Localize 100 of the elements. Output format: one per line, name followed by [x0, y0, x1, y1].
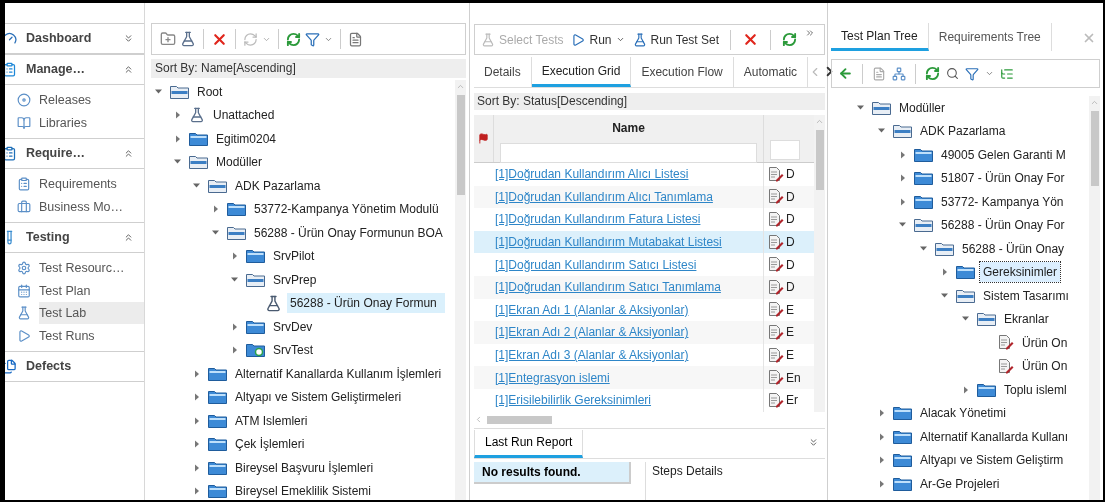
- scrollbar-thumb[interactable]: [1090, 111, 1099, 186]
- refresh-icon[interactable]: [286, 31, 301, 47]
- filter-icon[interactable]: [965, 66, 979, 81]
- sidebar-item[interactable]: Test Plan: [39, 279, 144, 302]
- table-row[interactable]: [1]Doğrudan Kullandırım Alıcı Tanımlama D: [474, 185, 814, 209]
- table-row[interactable]: [1]Doğrudan Kullandırım Mutabakat Listesi D: [474, 230, 814, 254]
- filter-field[interactable]: [770, 140, 800, 160]
- caret-icon[interactable]: [985, 69, 994, 78]
- search-icon[interactable]: [946, 67, 959, 80]
- tab[interactable]: Execution Flow: [631, 57, 734, 87]
- tree-item[interactable]: Altyapı ve Sistem Geliştirmeleri: [232, 387, 405, 408]
- tree-item[interactable]: Bireysel Başvuru İşlemleri: [232, 457, 377, 478]
- tree-item[interactable]: ATM Islemleri: [232, 410, 311, 431]
- scrollbar[interactable]: [1089, 96, 1100, 500]
- tab[interactable]: Details: [474, 57, 532, 87]
- tree-item[interactable]: ADK Pazarlama: [917, 121, 1009, 142]
- test-link[interactable]: [1]Erisilebilirlik Gereksinimleri: [495, 391, 652, 410]
- tree-item[interactable]: SrvPrep: [270, 269, 320, 290]
- column-header[interactable]: Name: [612, 119, 645, 137]
- sidebar-item[interactable]: Libraries: [39, 111, 144, 134]
- tree-item[interactable]: Ar-Ge Projeleri: [917, 473, 1003, 494]
- tab[interactable]: Automatic: [733, 57, 809, 87]
- table-row[interactable]: [1]Ekran Adı 2 (Alanlar & Aksiyonlar) E: [474, 321, 814, 344]
- filter-field[interactable]: [500, 143, 757, 163]
- tree-item[interactable]: Alacak Yönetimi: [917, 403, 1009, 424]
- delete-icon[interactable]: [742, 31, 759, 48]
- test-link[interactable]: [1]Ekran Adı 3 (Alanlar & Aksiyonlar): [495, 346, 689, 365]
- test-link[interactable]: [1]Doğrudan Kullandırım Alıcı Listesi: [495, 165, 689, 184]
- scrollbar[interactable]: [455, 80, 466, 500]
- notes-icon[interactable]: [348, 31, 363, 47]
- tab[interactable]: Requirements Tree: [928, 23, 1052, 51]
- test-link[interactable]: [1]Doğrudan Kullandırım Mutabakat Listesi: [495, 233, 722, 252]
- tree-item[interactable]: SrvDev: [270, 316, 316, 337]
- tree-item[interactable]: ADK Pazarlama: [232, 175, 324, 196]
- filter-icon[interactable]: [305, 31, 320, 47]
- test-link[interactable]: [1]Entegrasyon islemi: [495, 368, 610, 387]
- toolbar-button[interactable]: Run Test Set: [632, 30, 719, 49]
- tree-item[interactable]: Ürün On: [1019, 332, 1071, 353]
- notes-icon[interactable]: [872, 66, 886, 81]
- collapse-icon[interactable]: [123, 64, 134, 75]
- test-link[interactable]: [1]Doğrudan Kullandırım Fatura Listesi: [495, 210, 701, 229]
- tree-item[interactable]: 53772-Kampanya Yönetim Modulü: [251, 199, 442, 220]
- tree-item[interactable]: Unattached: [210, 105, 278, 126]
- tree-item[interactable]: 53772- Kampanya Yön: [938, 191, 1067, 212]
- tree-item[interactable]: Egitim0204: [213, 128, 280, 149]
- hierarchy-icon[interactable]: [892, 66, 906, 81]
- sidebar-item[interactable]: Test Lab: [39, 302, 144, 325]
- tree-item[interactable]: 56288 - Ürün Onay Formun: [287, 293, 445, 314]
- tab[interactable]: Last Run Report: [474, 429, 584, 458]
- scrollbar-thumb[interactable]: [456, 95, 465, 195]
- tree-item[interactable]: Ekranlar: [1001, 309, 1052, 330]
- tree-item[interactable]: Modüller: [213, 152, 266, 173]
- new-test-set-icon[interactable]: [180, 31, 196, 47]
- collapse-icon[interactable]: [808, 436, 819, 448]
- sidebar-item[interactable]: Test Runs: [39, 324, 144, 347]
- tree-item[interactable]: 49005 Gelen Garanti M: [938, 144, 1069, 165]
- tree-item[interactable]: 56288 - Ürün Onay For: [938, 215, 1068, 236]
- table-row[interactable]: [1]Entegrasyon islemi En: [474, 366, 814, 389]
- tree-item[interactable]: Root: [194, 81, 226, 102]
- test-link[interactable]: [1]Ekran Adı 2 (Alanlar & Aksiyonlar): [495, 323, 689, 342]
- tree-item[interactable]: Çek İşlemleri: [232, 434, 308, 455]
- tree-item[interactable]: Bireysel Emeklilik Sistemi: [232, 481, 375, 500]
- refresh-icon[interactable]: [782, 32, 797, 47]
- tree-item[interactable]: Gereksinimler: [980, 262, 1060, 283]
- refresh-icon[interactable]: [925, 66, 940, 81]
- sidebar-section-header[interactable]: Testing: [26, 228, 123, 247]
- tab[interactable]: Execution Grid: [531, 57, 632, 87]
- tab[interactable]: Test Plan Tree: [831, 23, 929, 51]
- test-link[interactable]: [1]Doğrudan Kullandırım Satıcı Tanımlama: [495, 278, 721, 297]
- scrollbar[interactable]: [814, 115, 825, 412]
- sidebar-section-header[interactable]: Manage…: [26, 60, 123, 79]
- scrollbar-thumb[interactable]: [487, 415, 552, 424]
- table-row[interactable]: [1]Doğrudan Kullandırım Satıcı Tanımlama D: [474, 275, 814, 299]
- tree-item[interactable]: 56288 - Ürün Onay Formunun BOA: [251, 222, 446, 243]
- tree-item[interactable]: Sistem Tasarımı: [980, 285, 1072, 306]
- tree-item[interactable]: Alternatif Kanallarda Kullanı: [917, 426, 1072, 447]
- tree-item[interactable]: Toplu isleml: [1001, 379, 1070, 400]
- tree-item[interactable]: Ürün On: [1019, 356, 1071, 377]
- tree-item[interactable]: SrvTest: [270, 340, 316, 361]
- tree-item[interactable]: Altyapı ve Sistem Geliştirm: [917, 450, 1067, 471]
- toolbar-button[interactable]: Run: [571, 30, 625, 49]
- sidebar-item[interactable]: Requirements: [39, 173, 144, 196]
- tree-item[interactable]: SrvPilot: [270, 246, 318, 267]
- test-link[interactable]: [1]Ekran Adı 1 (Alanlar & Aksiyonlar): [495, 300, 689, 319]
- test-link[interactable]: [1]Doğrudan Kullandırım Alıcı Tanımlama: [495, 187, 713, 206]
- tree-item[interactable]: Alternatif Kanallarda Kullanım İşlemleri: [232, 363, 445, 384]
- collapse-icon[interactable]: [123, 232, 134, 243]
- sidebar-item[interactable]: Test Resourc…: [39, 257, 144, 280]
- tree-item[interactable]: 56288 - Ürün Onay: [959, 238, 1068, 259]
- sidebar-section-header[interactable]: Defects: [26, 357, 134, 376]
- collapse-icon[interactable]: [123, 148, 134, 159]
- test-link[interactable]: [1]Doğrudan Kullandırım Satıcı Listesi: [495, 255, 697, 274]
- sidebar-item[interactable]: Releases: [39, 89, 144, 112]
- sidebar-section-header[interactable]: Require…: [26, 144, 123, 163]
- sidebar-section-header[interactable]: Dashboard: [26, 29, 123, 48]
- scrollbar-thumb[interactable]: [815, 130, 824, 190]
- expand-icon[interactable]: [123, 33, 134, 44]
- sidebar-item[interactable]: Business Mo…: [39, 195, 144, 218]
- tree-item[interactable]: 51807 - Ürün Onay For: [938, 168, 1068, 189]
- tree-item[interactable]: Modüller: [896, 97, 949, 118]
